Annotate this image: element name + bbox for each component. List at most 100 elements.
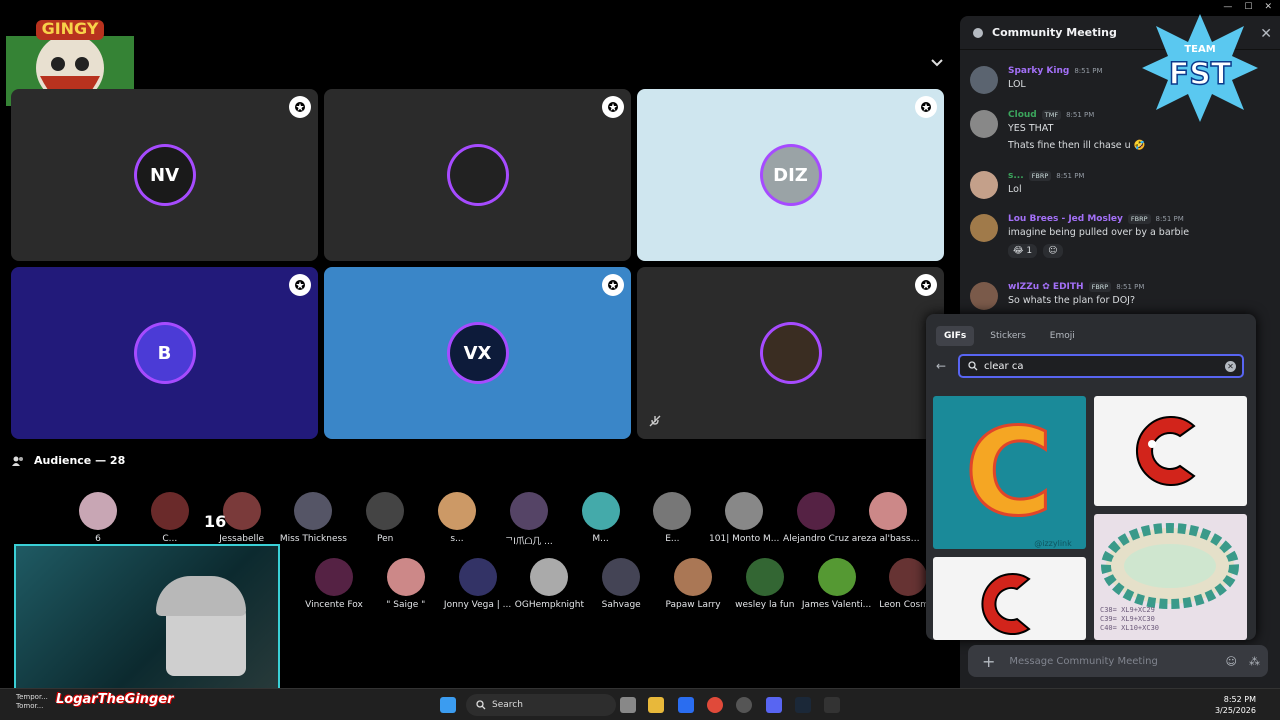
tab-emoji[interactable]: Emoji: [1042, 326, 1083, 346]
clear-search-icon[interactable]: ✕: [1225, 361, 1236, 372]
username[interactable]: Lou Brees - Jed Mosley: [1008, 214, 1123, 224]
audience-member[interactable]: Sahvage: [585, 558, 657, 610]
avatar: [674, 558, 712, 596]
audience-name: 6: [95, 534, 101, 544]
audience-name: Jonny Vega | ...: [443, 600, 512, 610]
audience-member[interactable]: Miss Thickness: [277, 492, 349, 544]
stage-tile[interactable]: DIZ: [637, 89, 944, 261]
stage-tile[interactable]: VX: [324, 267, 631, 439]
chevron-down-icon[interactable]: [930, 58, 944, 68]
stage-tile[interactable]: B: [11, 267, 318, 439]
steam-icon[interactable]: [795, 697, 811, 713]
gif-picker: GIFs Stickers Emoji ← ✕ C@izzylink C38= …: [926, 314, 1256, 640]
audience-member[interactable]: Papaw Larry: [657, 558, 729, 610]
clock[interactable]: 8:52 PM 3/25/2026: [1215, 694, 1256, 716]
pin-icon[interactable]: [915, 96, 937, 118]
gif-result[interactable]: C38= XL9+XC29 C39= XL9+XC30 C40= XL10+XC…: [1094, 514, 1247, 640]
audience-member[interactable]: M...: [565, 492, 637, 544]
audience-member[interactable]: James Valenti...: [801, 558, 873, 610]
audience-member[interactable]: s...: [421, 492, 493, 544]
maximize-button[interactable]: ☐: [1244, 2, 1252, 12]
pin-icon[interactable]: [602, 274, 624, 296]
reaction-chip[interactable]: 😂 1: [1008, 244, 1038, 258]
gif-search-box: ✕: [958, 354, 1244, 378]
pin-icon[interactable]: [289, 274, 311, 296]
avatar: [509, 492, 548, 530]
audience-member[interactable]: Alejandro Cruz: [780, 492, 852, 544]
search-icon: [476, 700, 486, 710]
stage-tile[interactable]: [637, 267, 944, 439]
tab-gifs[interactable]: GIFs: [936, 326, 975, 346]
message-input[interactable]: Message Community Meeting: [1009, 656, 1157, 667]
avatar[interactable]: [970, 171, 998, 199]
audience-member[interactable]: 6: [62, 492, 134, 544]
back-arrow-icon[interactable]: ←: [936, 359, 946, 373]
discord-icon[interactable]: [766, 697, 782, 713]
audience-member[interactable]: E...: [636, 492, 708, 544]
obs-icon[interactable]: [824, 697, 840, 713]
participant-avatar: B: [136, 325, 193, 381]
close-window-button[interactable]: ✕: [1264, 2, 1272, 12]
store-icon[interactable]: [678, 697, 694, 713]
pin-icon[interactable]: [915, 274, 937, 296]
username[interactable]: s...: [1008, 171, 1024, 181]
avatar: [797, 492, 835, 530]
audience-member[interactable]: wesley la fun: [729, 558, 801, 610]
audience-name: Alejandro Cruz: [783, 534, 849, 544]
close-icon[interactable]: ✕: [1260, 26, 1272, 42]
gif-watermark: @izzylink: [1034, 539, 1072, 548]
app-icon[interactable]: [736, 697, 752, 713]
start-icon[interactable]: [440, 697, 456, 713]
tab-stickers[interactable]: Stickers: [982, 326, 1034, 346]
avatar[interactable]: [970, 282, 998, 310]
add-reaction-icon[interactable]: ☺: [1043, 244, 1063, 258]
taskbar: Tempor... Tomor... Search 8:52 PM 3/25/202…: [0, 688, 1280, 720]
participant-avatar: NV: [136, 147, 193, 203]
stage-tile[interactable]: [324, 89, 631, 261]
audience-name: wesley la fun: [735, 600, 795, 610]
timestamp: 8:51 PM: [1056, 172, 1085, 180]
weather-widget[interactable]: Tempor... Tomor...: [16, 693, 48, 711]
gif-result[interactable]: C @izzylink: [933, 396, 1086, 549]
file-explorer-icon[interactable]: [648, 697, 664, 713]
audience-member[interactable]: ᄀI爪ᗝ几 ...: [493, 492, 565, 547]
audience-name: " Saige ": [386, 600, 426, 610]
username[interactable]: Sparky King: [1008, 66, 1069, 76]
audience-member[interactable]: 101| Monto M...: [708, 492, 780, 544]
apps-icon[interactable]: ⁂: [1249, 655, 1260, 668]
audience-member[interactable]: C...: [134, 492, 206, 544]
emoji-icon[interactable]: ☺: [1226, 655, 1237, 668]
audience-name: E...: [665, 534, 680, 544]
avatar: [602, 558, 641, 596]
audience-member[interactable]: Jonny Vega | ...: [442, 558, 514, 610]
minimize-button[interactable]: —: [1223, 2, 1232, 12]
audience-member[interactable]: " Saige ": [370, 558, 442, 610]
gif-result[interactable]: [933, 557, 1086, 640]
chrome-icon[interactable]: [707, 697, 723, 713]
avatar: [868, 492, 907, 530]
username[interactable]: Cloud: [1008, 110, 1037, 120]
count-badge: 16: [204, 512, 227, 531]
gif-result[interactable]: [1094, 396, 1247, 506]
gif-search-input[interactable]: [984, 360, 1214, 372]
username[interactable]: wIZZu ✿ EDITH: [1008, 282, 1084, 292]
participant-avatar: VX: [449, 325, 506, 381]
avatar[interactable]: [970, 66, 998, 94]
message-header: wIZZu ✿ EDITH FBRP 8:51 PM: [1008, 282, 1144, 292]
taskbar-search[interactable]: Search: [466, 694, 616, 716]
avatar[interactable]: [970, 110, 998, 138]
audience-member[interactable]: Pen: [349, 492, 421, 544]
add-attachment-icon[interactable]: +: [982, 652, 995, 671]
pin-icon[interactable]: [602, 96, 624, 118]
pin-icon[interactable]: [289, 96, 311, 118]
audience-member[interactable]: OGHempknight: [513, 558, 585, 610]
timestamp: 8:51 PM: [1155, 215, 1184, 223]
audience-name: s...: [450, 534, 464, 544]
audience-member[interactable]: areza al'bassa...: [852, 492, 924, 544]
svg-text:C: C: [965, 404, 1053, 543]
audience-member[interactable]: Vincente Fox: [298, 558, 370, 610]
window-controls: — ☐ ✕: [1223, 2, 1272, 12]
task-view-icon[interactable]: [620, 697, 636, 713]
avatar[interactable]: [970, 214, 998, 242]
stage-tile[interactable]: NV: [11, 89, 318, 261]
